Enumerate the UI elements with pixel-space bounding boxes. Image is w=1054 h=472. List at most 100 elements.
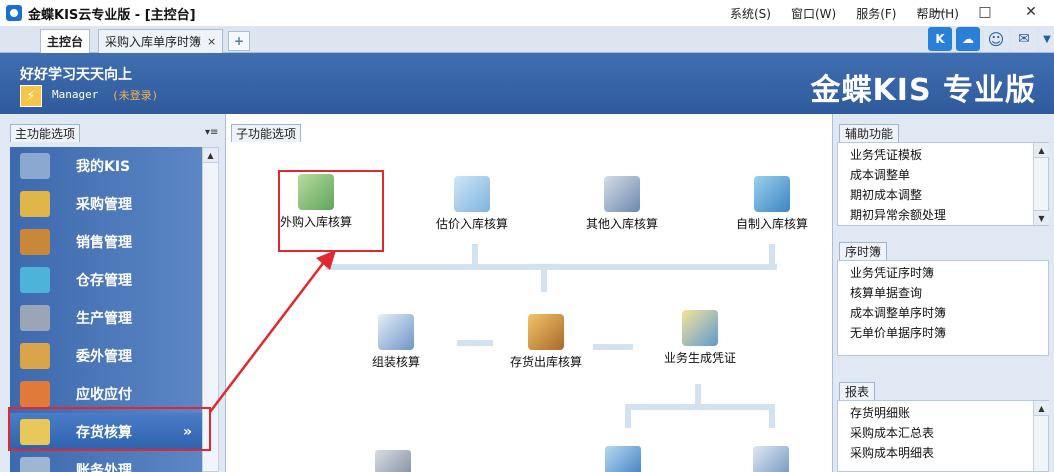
toolbar-icons: K ☁ ☺ ✉ ▼ [928, 27, 1054, 51]
title-bar: 金蝶KIS云专业版 - [主控台] 系统(S) 窗口(W) 服务(F) 帮助(H… [0, 0, 1054, 26]
menu-system[interactable]: 系统(S) [730, 5, 771, 22]
accounting-icon [20, 457, 50, 472]
other-in-icon [604, 176, 640, 212]
function-label: 组装核算 [371, 355, 420, 369]
window-controls: — □ ✕ [916, 0, 1054, 24]
scroll-down-icon[interactable]: ▼ [1034, 210, 1049, 225]
journal-item[interactable]: 核算单据查询 [850, 283, 1048, 303]
add-tab-button[interactable]: + [228, 31, 250, 51]
journal-item[interactable]: 业务凭证序时簿 [850, 263, 1048, 283]
reports-box: 存货明细账 采购成本汇总表 采购成本明细表 ▲ [837, 400, 1049, 472]
kis-service-icon[interactable]: K [928, 27, 952, 51]
aux-item[interactable]: 期初异常余额处理 [850, 205, 1048, 225]
tab-main-console[interactable]: 主控台 [40, 29, 91, 53]
journal-item[interactable]: 成本调整单序时簿 [850, 303, 1048, 323]
function-stock-out-accounting[interactable]: 存货出库核算 [501, 314, 591, 368]
user-lightning-icon: ⚡ [20, 85, 42, 107]
flow-line [769, 404, 775, 428]
report-item[interactable]: 采购成本汇总表 [850, 423, 1048, 443]
nav-item-my-kis[interactable]: 我的KIS [10, 147, 202, 185]
partial-function-icon[interactable] [605, 446, 641, 472]
nav-item-production[interactable]: 生产管理 [10, 299, 202, 337]
brand-logo: 金蝶KIS 专业版 [810, 73, 1036, 108]
login-status[interactable]: (未登录) [112, 87, 158, 103]
nav-item-outsourcing[interactable]: 委外管理 [10, 337, 202, 375]
nav-item-sales[interactable]: 销售管理 [10, 223, 202, 261]
nav-item-purchase[interactable]: 采购管理 [10, 185, 202, 223]
reports-title: 报表 [839, 382, 876, 400]
report-item[interactable]: 存货明细账 [850, 403, 1048, 423]
flow-line [472, 244, 478, 268]
aux-item[interactable]: 期初成本调整 [850, 185, 1048, 205]
close-button[interactable]: ✕ [1008, 0, 1054, 24]
panel-title: 主功能选项 [10, 124, 81, 142]
company-name: 好好学习天天向上 [20, 67, 132, 83]
sub-function-panel: 子功能选项 外购入库核算 估价入库核算 其他入库核算 自制入库核算 组装核算 存… [227, 114, 831, 472]
function-assembly-accounting[interactable]: 组装核算 [351, 314, 441, 368]
aux-scrollbar[interactable]: ▲ ▼ [1033, 143, 1049, 225]
assembly-icon [378, 314, 414, 350]
cloud-icon[interactable]: ☁ [956, 27, 980, 51]
nav-item-label: 仓存管理 [76, 273, 132, 289]
nav-item-label: 销售管理 [76, 235, 132, 251]
chevron-down-icon[interactable]: ▼ [1040, 27, 1054, 51]
function-estimate-in-accounting[interactable]: 估价入库核算 [427, 176, 517, 230]
minimize-button[interactable]: — [916, 0, 962, 24]
panel-menu-icon[interactable]: ▾≡ [205, 127, 218, 138]
function-label: 其他入库核算 [585, 217, 658, 231]
partial-function-icon[interactable] [753, 446, 789, 472]
aux-item[interactable]: 成本调整单 [850, 165, 1048, 185]
nav-item-accounting[interactable]: 账务处理 [10, 451, 202, 472]
voucher-icon [682, 310, 718, 346]
stock-out-icon [528, 314, 564, 350]
highlight-box-nav [8, 407, 211, 451]
function-label: 存货出库核算 [509, 355, 582, 369]
user-name: Manager [52, 88, 99, 101]
scroll-up-icon[interactable]: ▲ [1034, 401, 1049, 416]
tab-label: 主控台 [47, 35, 84, 49]
smiley-icon[interactable]: ☺ [984, 27, 1008, 51]
flow-line [593, 344, 633, 350]
tab-purchase-journal[interactable]: 采购入库单序时簿 × [98, 29, 224, 53]
production-icon [20, 305, 50, 331]
journal-title: 序时簿 [839, 242, 888, 260]
nav-item-label: 应收应付 [76, 387, 132, 403]
report-item[interactable]: 采购成本明细表 [850, 443, 1048, 463]
scroll-up-icon[interactable]: ▲ [1034, 143, 1049, 158]
aux-item[interactable]: 业务凭证模板 [850, 145, 1048, 165]
aux-title: 辅助功能 [839, 124, 900, 142]
tab-close-icon[interactable]: × [207, 35, 216, 48]
nav-item-label: 我的KIS [76, 159, 131, 175]
self-made-in-icon [754, 176, 790, 212]
flow-line [541, 268, 547, 292]
flow-line [625, 404, 631, 428]
auxiliary-panel: 辅助功能 业务凭证模板 成本调整单 期初成本调整 期初异常余额处理 ▲ ▼ 序时… [832, 114, 1054, 472]
nav-item-label: 账务处理 [76, 463, 132, 472]
journal-item[interactable]: 无单价单据序时簿 [850, 323, 1048, 343]
nav-item-label: 采购管理 [76, 197, 132, 213]
reports-scrollbar[interactable]: ▲ [1033, 401, 1049, 471]
window-title: 金蝶KIS云专业版 - [主控台] [28, 7, 196, 23]
maximize-button[interactable]: □ [962, 0, 1008, 24]
nav-item-label: 生产管理 [76, 311, 132, 327]
journal-box: 业务凭证序时簿 核算单据查询 成本调整单序时簿 无单价单据序时簿 [837, 260, 1049, 356]
message-icon[interactable]: ✉ [1012, 27, 1036, 51]
outsourcing-icon [20, 343, 50, 369]
flow-line [325, 264, 777, 270]
scroll-up-icon[interactable]: ▲ [203, 148, 218, 163]
partial-function-icon[interactable] [375, 450, 411, 472]
sales-icon [20, 229, 50, 255]
nav-item-warehouse[interactable]: 仓存管理 [10, 261, 202, 299]
menu-service[interactable]: 服务(F) [856, 5, 896, 22]
aux-box: 业务凭证模板 成本调整单 期初成本调整 期初异常余额处理 ▲ ▼ [837, 142, 1049, 226]
estimate-in-icon [454, 176, 490, 212]
tab-label: 采购入库单序时簿 [105, 35, 202, 49]
function-other-in-accounting[interactable]: 其他入库核算 [577, 176, 667, 230]
menu-window[interactable]: 窗口(W) [791, 5, 836, 22]
flow-line [695, 384, 701, 406]
function-self-made-in-accounting[interactable]: 自制入库核算 [727, 176, 817, 230]
main-function-panel: 主功能选项 ▾≡ 我的KIS 采购管理 销售管理 仓存管理 生产管理 委外管理 [0, 114, 226, 472]
flow-line [457, 340, 493, 346]
receivable-icon [20, 381, 50, 407]
function-generate-voucher[interactable]: 业务生成凭证 [655, 310, 745, 364]
